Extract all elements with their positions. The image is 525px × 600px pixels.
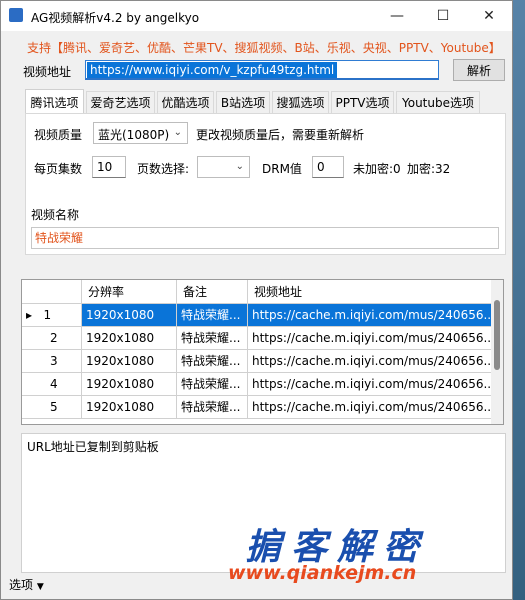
resolution-cell[interactable]: 1920x1080	[82, 350, 177, 373]
note-cell[interactable]: 特战荣耀...	[177, 396, 248, 419]
note-cell[interactable]: 特战荣耀...	[177, 373, 248, 396]
row-number: 3	[22, 350, 82, 373]
page-select[interactable]: ⌄	[197, 156, 250, 178]
encrypted-count: 加密:32	[407, 162, 451, 176]
row-number: 2	[22, 327, 82, 350]
window-title: AG视频解析v4.2 by angelkyo	[31, 11, 200, 25]
note-cell[interactable]: 特战荣耀...	[177, 304, 248, 327]
support-text: 支持【腾讯、爱奇艺、优酷、芒果TV、搜狐视频、B站、乐视、央视、PPTV、You…	[27, 41, 501, 55]
scrollbar-thumb[interactable]	[494, 300, 500, 370]
table-row[interactable]: ▸ 1 1920x1080 特战荣耀... https://cache.m.iq…	[22, 304, 492, 327]
quality-hint: 更改视频质量后，需要重新解析	[196, 128, 365, 142]
tab-tencent[interactable]: 腾讯选项	[25, 89, 84, 114]
row-number: 1	[43, 308, 52, 322]
url-label: 视频地址	[23, 65, 72, 79]
tab-youtube[interactable]: Youtube选项	[396, 91, 480, 113]
row-number: 4	[22, 373, 82, 396]
url-input[interactable]: https://www.iqiyi.com/v_kzpfu49tzg.html	[85, 60, 439, 80]
close-icon[interactable]: ✕	[466, 1, 512, 31]
unencrypted-count: 未加密:0	[353, 162, 401, 176]
url-cell[interactable]: https://cache.m.iqiyi.com/mus/240656...	[248, 304, 492, 327]
table-row[interactable]: 5 1920x1080 特战荣耀... https://cache.m.iqiy…	[22, 396, 492, 419]
tab-youku[interactable]: 优酷选项	[157, 91, 214, 113]
title-bar: AG视频解析v4.2 by angelkyo — ☐ ✕	[1, 1, 512, 31]
page-select-label: 页数选择:	[137, 162, 190, 176]
note-cell[interactable]: 特战荣耀...	[177, 350, 248, 373]
chevron-down-icon: ▼	[36, 582, 44, 592]
url-cell[interactable]: https://cache.m.iqiyi.com/mus/240656...	[248, 327, 492, 350]
app-window: AG视频解析v4.2 by angelkyo — ☐ ✕ 支持【腾讯、爱奇艺、优…	[0, 0, 513, 600]
resolution-cell[interactable]: 1920x1080	[82, 373, 177, 396]
app-icon	[9, 8, 23, 22]
drm-label: DRM值	[262, 162, 302, 176]
parse-button[interactable]: 解析	[453, 59, 505, 81]
quality-select[interactable]: 蓝光(1080P) ⌄	[93, 122, 188, 144]
drm-input[interactable]: 0	[312, 156, 344, 178]
tab-bilibili[interactable]: B站选项	[216, 91, 270, 113]
quality-selected: 蓝光(1080P)	[98, 128, 170, 142]
grid-header-index[interactable]	[22, 280, 82, 304]
row-pointer-icon: ▸	[26, 308, 33, 322]
tab-pptv[interactable]: PPTV选项	[331, 91, 394, 113]
row-index-cell: ▸ 1	[22, 304, 82, 327]
grid-header-url[interactable]: 视频地址	[248, 280, 492, 304]
note-cell[interactable]: 特战荣耀...	[177, 327, 248, 350]
video-name-input[interactable]: 特战荣耀	[31, 227, 499, 249]
per-page-input[interactable]: 10	[92, 156, 126, 178]
table-row[interactable]: 2 1920x1080 特战荣耀... https://cache.m.iqiy…	[22, 327, 492, 350]
minimize-icon[interactable]: —	[374, 1, 420, 31]
chevron-down-icon: ⌄	[173, 127, 182, 138]
options-menu[interactable]: 选项 ▼	[9, 576, 44, 593]
resolution-cell[interactable]: 1920x1080	[82, 327, 177, 350]
resolution-cell[interactable]: 1920x1080	[82, 396, 177, 419]
results-grid: 分辨率 备注 视频地址 ▸ 1 1920x1080 特战荣耀... https:…	[21, 279, 504, 425]
grid-scrollbar[interactable]	[491, 280, 503, 424]
tab-sohu[interactable]: 搜狐选项	[272, 91, 329, 113]
per-page-label: 每页集数	[34, 162, 83, 176]
url-value[interactable]: https://www.iqiyi.com/v_kzpfu49tzg.html	[87, 62, 338, 78]
grid-header-note[interactable]: 备注	[177, 280, 248, 304]
video-name-label: 视频名称	[31, 208, 80, 222]
grid-header-resolution[interactable]: 分辨率	[82, 280, 177, 304]
resolution-cell[interactable]: 1920x1080	[82, 304, 177, 327]
status-text: URL地址已复制到剪贴板	[27, 440, 159, 454]
chevron-down-icon: ⌄	[235, 161, 244, 172]
url-cell[interactable]: https://cache.m.iqiyi.com/mus/240656...	[248, 350, 492, 373]
watermark-url: www.qiankejm.cn	[228, 562, 417, 584]
row-number: 5	[22, 396, 82, 419]
quality-label: 视频质量	[34, 128, 83, 142]
url-cell[interactable]: https://cache.m.iqiyi.com/mus/240656...	[248, 396, 492, 419]
table-row[interactable]: 3 1920x1080 特战荣耀... https://cache.m.iqiy…	[22, 350, 492, 373]
url-cell[interactable]: https://cache.m.iqiyi.com/mus/240656...	[248, 373, 492, 396]
table-row[interactable]: 4 1920x1080 特战荣耀... https://cache.m.iqiy…	[22, 373, 492, 396]
tab-iqiyi[interactable]: 爱奇艺选项	[86, 91, 155, 113]
options-label: 选项	[9, 578, 34, 592]
maximize-icon[interactable]: ☐	[420, 1, 466, 31]
